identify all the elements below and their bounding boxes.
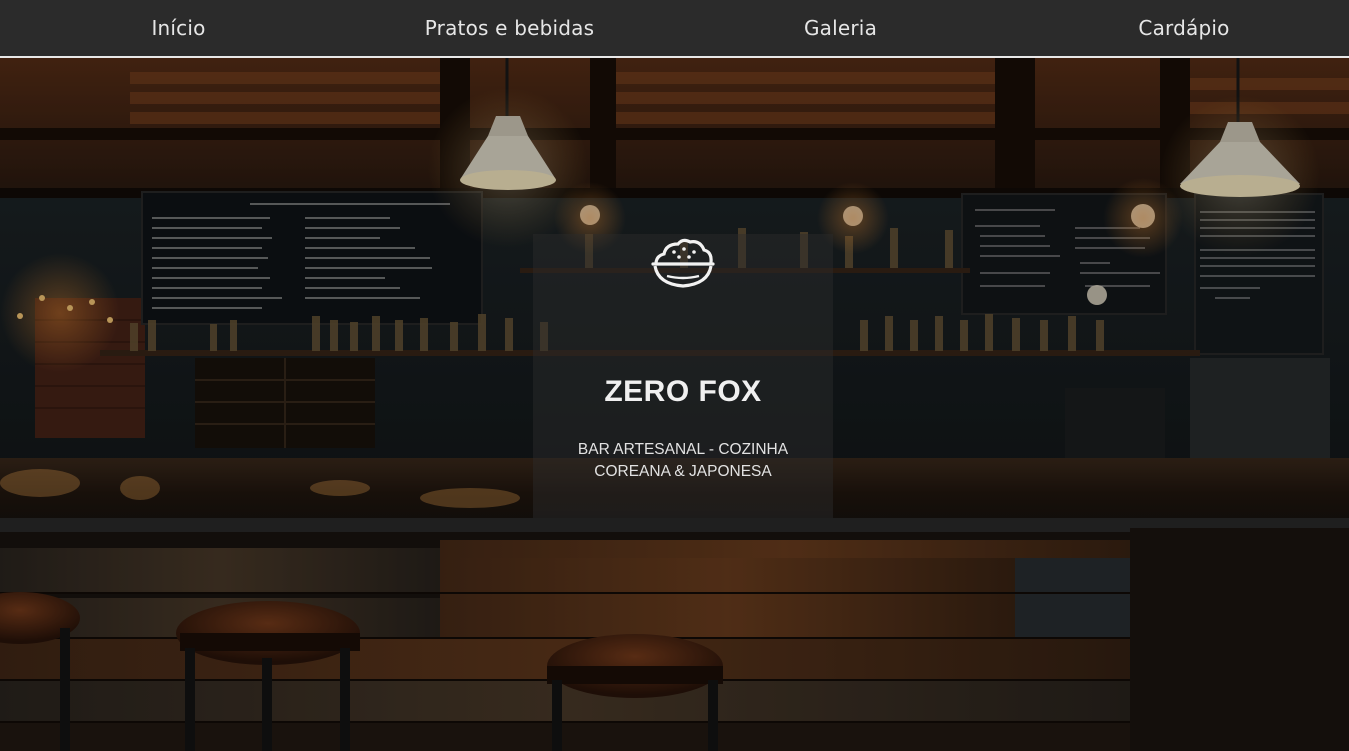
hero-section: ZERO FOX BAR ARTESANAL - COZINHA COREANA… [0,58,1349,751]
nav-item-cardapio[interactable]: Cardápio [1019,16,1349,40]
top-navigation: Início Pratos e bebidas Galeria Cardápio [0,0,1349,58]
brand-name: ZERO FOX [604,375,762,408]
food-bowl-icon [651,238,715,288]
nav-item-inicio[interactable]: Início [0,16,357,40]
brand-tagline: BAR ARTESANAL - COZINHA COREANA & JAPONE… [577,441,789,480]
nav-item-galeria[interactable]: Galeria [662,16,1019,40]
nav-item-pratos-e-bebidas[interactable]: Pratos e bebidas [357,16,662,40]
